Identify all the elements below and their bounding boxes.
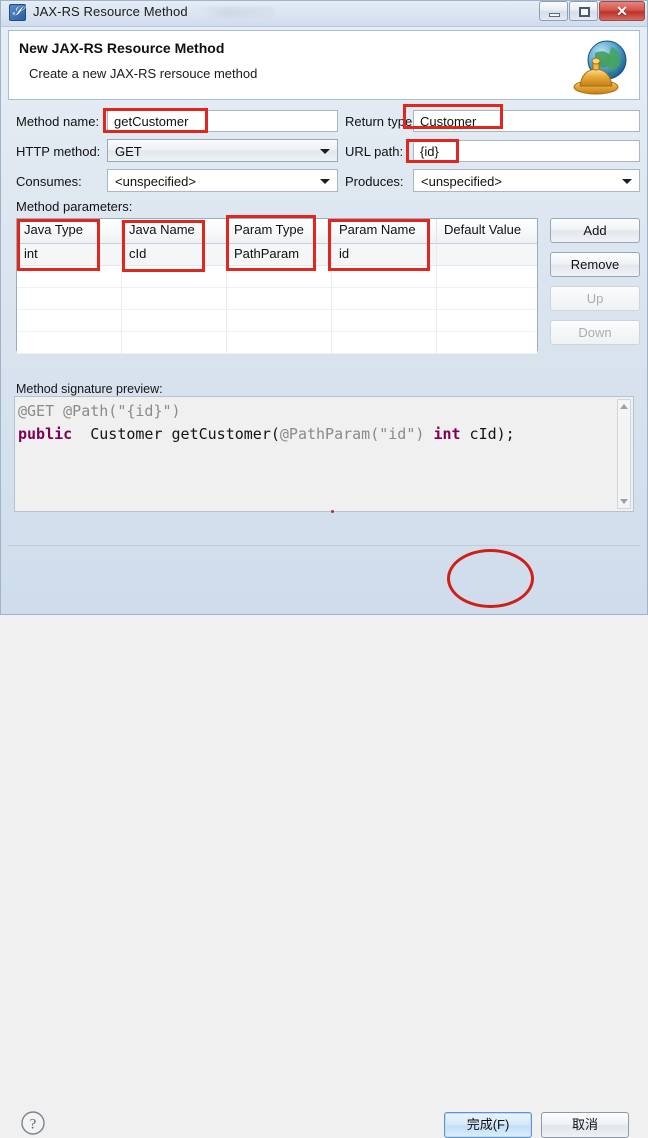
method-parameters-label: Method parameters: (16, 199, 133, 214)
annotation-param-type (226, 215, 316, 271)
cell-empty (227, 288, 332, 310)
page-title: New JAX-RS Resource Method (19, 40, 225, 56)
cell-empty (17, 288, 122, 310)
produces-select[interactable]: <unspecified> (413, 169, 640, 192)
cell-empty (332, 288, 437, 310)
close-button[interactable]: ✕ (599, 1, 645, 21)
annotation-method-name (103, 108, 208, 133)
add-button[interactable]: Add (550, 218, 640, 243)
window-controls: ✕ (538, 1, 645, 22)
produces-label: Produces: (345, 174, 404, 189)
cell-empty (437, 332, 537, 354)
cell-empty (437, 266, 537, 288)
svg-text:?: ? (30, 1117, 37, 1133)
down-button[interactable]: Down (550, 320, 640, 345)
minimize-icon (549, 13, 560, 17)
scroll-up-icon[interactable] (620, 404, 628, 409)
annotation-finish-highlight (447, 549, 534, 608)
jaxrs-resource-method-dialog: JAX-RS Resource Method ✕ New JAX-RS Reso… (0, 0, 648, 1138)
consumes-value: <unspecified> (115, 174, 196, 189)
globe-bell-icon (573, 40, 627, 95)
annotation-return-type (403, 104, 503, 129)
table-row-empty[interactable] (17, 288, 537, 310)
window-title: JAX-RS Resource Method (33, 4, 188, 19)
help-icon[interactable]: ? (20, 1110, 46, 1136)
annotation-param-name (328, 219, 430, 271)
cell-empty (122, 288, 227, 310)
cell-default-value (437, 244, 537, 266)
code-keyword-int: int (433, 425, 461, 443)
cell-empty (332, 332, 437, 354)
cell-empty (437, 310, 537, 332)
method-name-label: Method name: (16, 114, 100, 129)
produces-value: <unspecified> (421, 174, 502, 189)
url-path-label: URL path: (345, 144, 404, 159)
code-keyword-public: public (18, 425, 73, 443)
cell-empty (227, 310, 332, 332)
cell-empty (227, 332, 332, 354)
code-line1: @GET @Path("{id}") (18, 402, 181, 420)
signature-code: @GET @Path("{id}") public Customer getCu… (18, 400, 515, 446)
chevron-down-icon (320, 149, 330, 154)
consumes-select[interactable]: <unspecified> (107, 169, 338, 192)
close-icon: ✕ (616, 3, 628, 19)
chevron-down-icon (622, 179, 632, 184)
http-method-label: HTTP method: (16, 144, 101, 159)
cell-empty (17, 310, 122, 332)
column-header-default-value[interactable]: Default Value (437, 219, 537, 244)
wizard-header: New JAX-RS Resource Method Create a new … (8, 30, 640, 100)
scroll-down-icon[interactable] (620, 499, 628, 504)
dialog-footer: ? 完成(F) 取消 (0, 546, 648, 1138)
cell-empty (122, 310, 227, 332)
cell-empty (17, 332, 122, 354)
annotation-java-name (122, 220, 205, 272)
method-signature-preview: @GET @Path("{id}") public Customer getCu… (14, 396, 634, 512)
minimize-button[interactable] (539, 1, 568, 21)
page-subtitle: Create a new JAX-RS rersouce method (29, 66, 258, 81)
http-method-select[interactable]: GET (107, 139, 338, 162)
method-signature-preview-label: Method signature preview: (16, 382, 163, 396)
cell-empty (437, 288, 537, 310)
code-tail: cId); (460, 425, 515, 443)
table-row-empty[interactable] (17, 332, 537, 354)
consumes-label: Consumes: (16, 174, 82, 189)
chevron-down-icon (320, 179, 330, 184)
annotation-dot (331, 510, 334, 513)
remove-button[interactable]: Remove (550, 252, 640, 277)
preview-scrollbar[interactable] (617, 399, 631, 509)
annotation-java-type (17, 219, 100, 271)
maximize-icon (579, 7, 590, 17)
code-pathparam-annotation: @PathParam("id") (279, 425, 425, 443)
maximize-button[interactable] (569, 1, 598, 21)
title-bar: JAX-RS Resource Method ✕ (0, 0, 648, 27)
table-row-empty[interactable] (17, 310, 537, 332)
code-return-and-name: Customer getCustomer( (90, 425, 280, 443)
cell-empty (122, 332, 227, 354)
up-button[interactable]: Up (550, 286, 640, 311)
jaxrs-icon (9, 3, 26, 21)
annotation-url-path (406, 139, 459, 163)
parameter-actions: Add Remove Up Down (550, 218, 640, 354)
finish-button[interactable]: 完成(F) (444, 1112, 532, 1138)
redacted-title-suffix (196, 7, 274, 18)
http-method-value: GET (115, 144, 142, 159)
cell-empty (332, 310, 437, 332)
form-body: Method name: getCustomer Return type Cus… (8, 100, 640, 372)
code-spacer (72, 425, 90, 443)
cancel-button[interactable]: 取消 (541, 1112, 629, 1138)
